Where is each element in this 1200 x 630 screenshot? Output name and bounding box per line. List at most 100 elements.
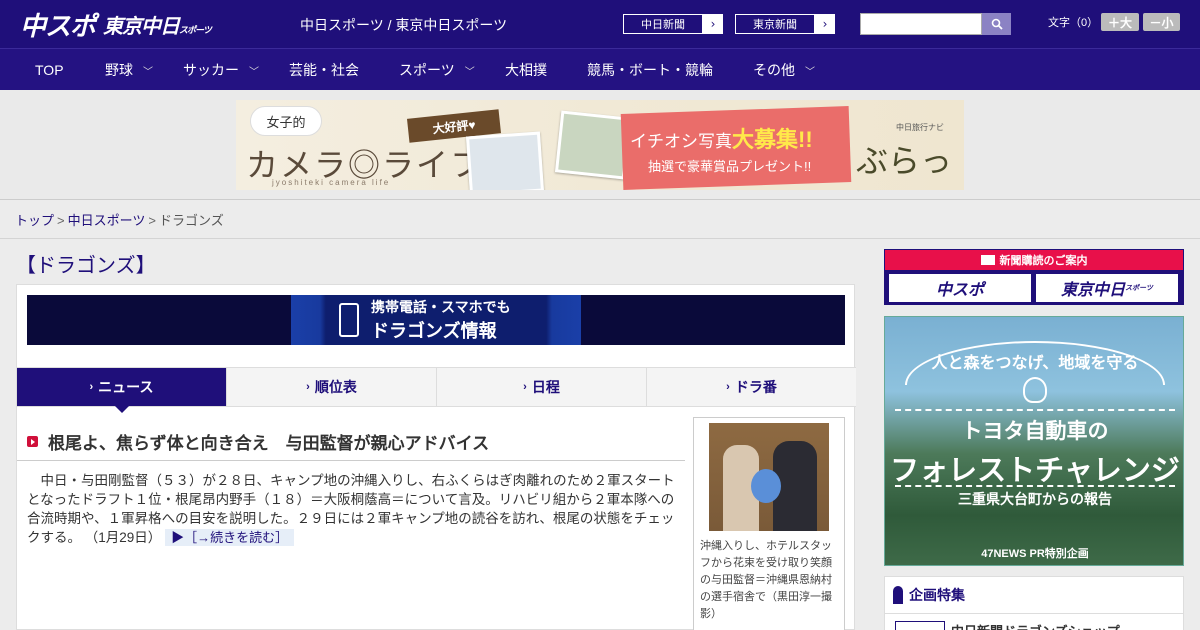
nav-item-top[interactable]: TOP bbox=[35, 49, 64, 91]
tab-label: 順位表 bbox=[314, 379, 357, 395]
bullet-icon bbox=[27, 436, 38, 447]
feature-item-link[interactable]: 中日新聞ドラゴンズショップ bbox=[951, 621, 1120, 630]
photo-caption: 沖縄入りし、ホテルスタッフから花束を受け取り笑顔の与田監督＝沖縄県恩納村の選手宿… bbox=[700, 540, 832, 620]
banner-photo bbox=[554, 110, 632, 180]
photo-bouquet bbox=[751, 469, 781, 503]
nav-item-entertainment[interactable]: 芸能・社会 bbox=[289, 49, 359, 91]
nav-item-sumo[interactable]: 大相撲 bbox=[505, 49, 547, 91]
nav-label: 野球 bbox=[105, 62, 133, 78]
chevron-right-icon: › bbox=[523, 381, 527, 393]
subscribe-tokyo-chunichi-button[interactable]: 東京中日 スポーツ bbox=[1036, 274, 1178, 302]
banner-brand-small: 中日旅行ナビ bbox=[896, 123, 944, 132]
mobile-banner-center: 携帯電話・スマホでも ドラゴンズ情報 bbox=[291, 295, 581, 345]
article-title-text: 根尾よ、焦らず体と向き合え 与田監督が親心アドバイス bbox=[48, 434, 490, 453]
feature-thumbnail[interactable] bbox=[895, 621, 945, 630]
article-photo-box: 沖縄入りし、ホテルスタッフから花束を受け取り笑顔の与田監督＝沖縄県恩納村の選手宿… bbox=[693, 417, 845, 630]
banner-brand: ぶらっ人 bbox=[856, 143, 953, 190]
nav-label: サッカー bbox=[183, 62, 239, 78]
subscription-head: 新聞購読のご案内 bbox=[885, 250, 1183, 270]
banner-promo-line1: イチオシ写真大募集!! bbox=[630, 127, 813, 152]
main-card: 携帯電話・スマホでも ドラゴンズ情報 › ニュース › 順位表 › 日程 › ドラ番 根… bbox=[16, 284, 856, 630]
article-date: （1月29日） bbox=[84, 530, 162, 545]
chevron-right-icon: › bbox=[306, 381, 310, 393]
nav-item-baseball[interactable]: 野球 ﹀ bbox=[105, 49, 153, 91]
font-smaller-button[interactable]: －小 bbox=[1143, 13, 1180, 31]
feature-box: 企画特集 中日新聞ドラゴンズショップ bbox=[884, 576, 1184, 630]
tab-doraban[interactable]: › ドラ番 bbox=[647, 368, 856, 406]
mobile-info-banner[interactable]: 携帯電話・スマホでも ドラゴンズ情報 bbox=[27, 295, 845, 345]
nav-label: 芸能・社会 bbox=[289, 62, 359, 78]
logo-chuspo: 中スポ bbox=[20, 11, 96, 42]
subscription-box: 新聞購読のご案内 中スポ 東京中日 スポーツ bbox=[884, 249, 1184, 305]
mobile-banner-text: 携帯電話・スマホでも ドラゴンズ情報 bbox=[371, 297, 511, 343]
ad-divider bbox=[895, 485, 1175, 487]
tab-label: ドラ番 bbox=[734, 379, 777, 395]
breadcrumb-link-top[interactable]: トップ bbox=[15, 213, 54, 228]
breadcrumb-link-chunichi-sports[interactable]: 中日スポーツ bbox=[68, 213, 146, 228]
nav-label: スポーツ bbox=[399, 62, 455, 78]
ad-line3: フォレストチャレンジ bbox=[890, 455, 1180, 487]
feature-title: 企画特集 bbox=[893, 585, 965, 605]
envelope-icon bbox=[980, 255, 995, 265]
ad-footer: 47NEWS PR特別企画 bbox=[981, 548, 1089, 560]
main-nav: TOP 野球 ﹀ サッカー ﹀ 芸能・社会 スポーツ ﹀ 大相撲 競馬・ボート・競輪 … bbox=[0, 48, 1200, 90]
font-size-label: 文字（0） bbox=[1048, 17, 1099, 29]
search-input[interactable] bbox=[860, 13, 982, 35]
nav-item-other[interactable]: その他 ﹀ bbox=[753, 49, 815, 91]
font-larger-button[interactable]: ＋大 bbox=[1101, 13, 1139, 31]
link-chunichi-shimbun[interactable]: 中日新聞 › bbox=[622, 13, 724, 35]
banner-promo-line2: 抽選で豪華賞品プレゼント!! bbox=[648, 159, 812, 174]
ad-line4: 三重県大台町からの報告 bbox=[958, 491, 1112, 507]
article-photo[interactable] bbox=[709, 423, 829, 531]
nav-label: その他 bbox=[753, 62, 795, 78]
nav-item-soccer[interactable]: サッカー ﹀ bbox=[183, 49, 259, 91]
search-icon bbox=[991, 18, 1003, 30]
chevron-right-icon: › bbox=[822, 17, 828, 31]
tab-standings[interactable]: › 順位表 bbox=[227, 368, 437, 406]
article-title[interactable]: 根尾よ、焦らず体と向き合え 与田監督が親心アドバイス bbox=[27, 429, 489, 454]
divider bbox=[885, 613, 1183, 614]
tree-icon bbox=[1023, 377, 1047, 403]
ad-line1: 人と森をつなげ、地域を守る bbox=[931, 355, 1139, 372]
nav-item-sports[interactable]: スポーツ ﹀ bbox=[399, 49, 475, 91]
breadcrumb: トップ > 中日スポーツ > ドラゴンズ bbox=[15, 210, 224, 229]
chevron-right-icon: › bbox=[89, 381, 94, 393]
link-label: 東京新聞 bbox=[735, 14, 815, 34]
tab-label: ニュース bbox=[98, 379, 154, 395]
forest-challenge-ad[interactable]: 人と森をつなげ、地域を守る トヨタ自動車の フォレストチャレンジ 三重県大台町か… bbox=[884, 316, 1184, 566]
chevron-down-icon: ﹀ bbox=[143, 66, 153, 78]
banner-area: 女子的 カメラ◎ライフ jyoshiteki camera life 大好評♥ … bbox=[0, 90, 1200, 200]
logo-tokyo-chunichi: 東京中日スポーツ bbox=[103, 13, 212, 38]
subscribe-chuspo-button[interactable]: 中スポ bbox=[889, 274, 1031, 302]
chevron-down-icon: ﹀ bbox=[249, 66, 259, 78]
nav-label: 大相撲 bbox=[505, 62, 547, 78]
link-tokyo-shimbun[interactable]: 東京新聞 › bbox=[734, 13, 836, 35]
header-bar: 中スポ 東京中日スポーツ 中日スポーツ / 東京中日スポーツ 中日新聞 › 東京… bbox=[0, 0, 1200, 48]
banner-subtitle: jyoshiteki camera life bbox=[272, 178, 391, 187]
breadcrumb-current: ドラゴンズ bbox=[158, 213, 224, 228]
tab-schedule[interactable]: › 日程 bbox=[437, 368, 647, 406]
chevron-right-icon: › bbox=[726, 381, 730, 393]
chevron-right-icon: › bbox=[710, 17, 716, 31]
mobile-banner-line2: ドラゴンズ情報 bbox=[371, 321, 497, 341]
search-button[interactable] bbox=[982, 13, 1011, 35]
divider bbox=[17, 460, 685, 461]
banner-bubble: 女子的 bbox=[250, 106, 322, 136]
page-title: 【ドラゴンズ】 bbox=[16, 255, 156, 277]
ad-line2: トヨタ自動車の bbox=[961, 420, 1109, 443]
divider bbox=[0, 238, 1200, 239]
nav-item-racing[interactable]: 競馬・ボート・競輪 bbox=[587, 49, 713, 91]
ribbon-icon bbox=[893, 586, 903, 604]
article-body: 中日・与田剛監督（５３）が２８日、キャンプ地の沖縄入りし、右ふくらはぎ肉離れのた… bbox=[27, 471, 675, 547]
tab-label: 日程 bbox=[531, 379, 560, 395]
read-more-link[interactable]: ▶［→続きを読む］ bbox=[165, 529, 295, 546]
phone-icon bbox=[339, 303, 359, 337]
mobile-banner-line1: 携帯電話・スマホでも bbox=[371, 299, 511, 315]
nav-label: 競馬・ボート・競輪 bbox=[587, 62, 713, 78]
site-title[interactable]: 中日スポーツ / 東京中日スポーツ bbox=[300, 15, 507, 35]
tab-news[interactable]: › ニュース bbox=[17, 368, 227, 413]
chevron-down-icon: ﹀ bbox=[805, 66, 815, 78]
camera-life-banner[interactable]: 女子的 カメラ◎ライフ jyoshiteki camera life 大好評♥ … bbox=[236, 100, 964, 190]
site-logo[interactable]: 中スポ 東京中日スポーツ bbox=[20, 6, 212, 42]
breadcrumb-separator: > bbox=[57, 213, 65, 228]
